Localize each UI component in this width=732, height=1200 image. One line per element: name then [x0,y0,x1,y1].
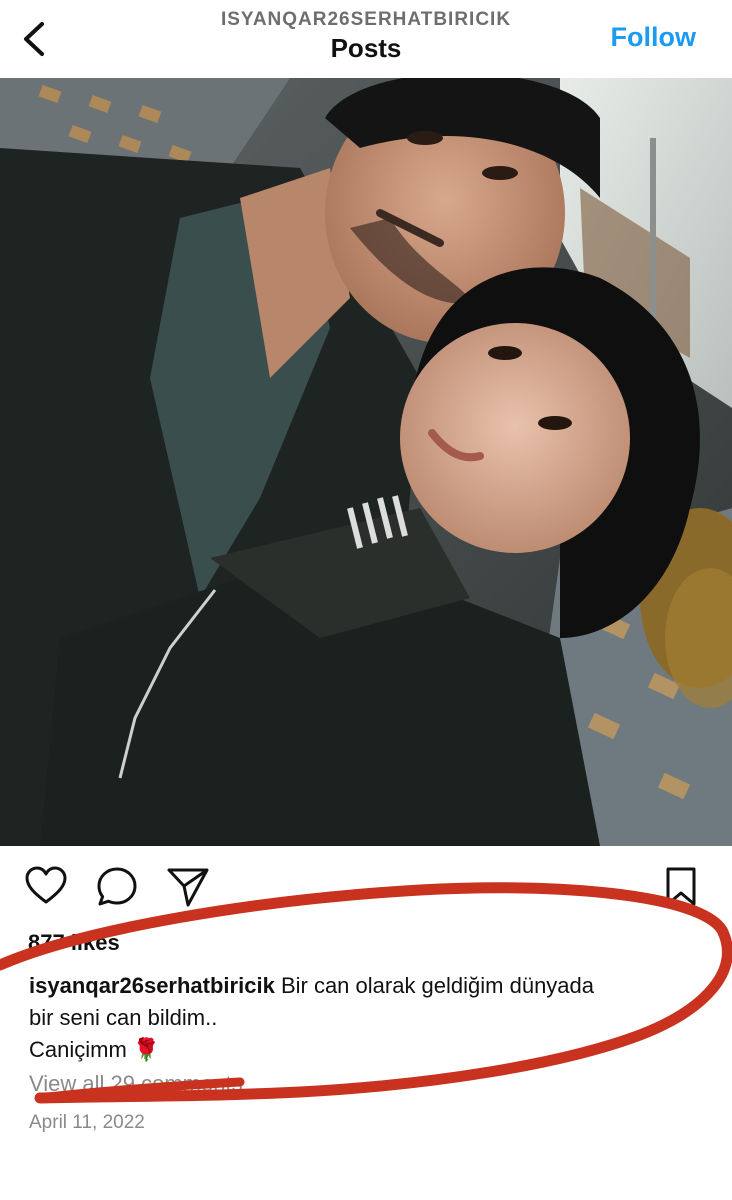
share-button[interactable] [166,866,210,913]
caption-text-line3: Caniçimm 🌹 [29,1037,161,1062]
paper-plane-icon [167,868,209,907]
top-nav-bar: ISYANQAR26SERHATBIRICIK Posts Follow [0,0,732,78]
view-all-comments-link[interactable]: View all 29 comments [29,1071,243,1097]
comment-bubble-icon [97,867,137,906]
post-photo[interactable] [0,78,732,846]
caption-text-line2: bir seni can bildim.. [29,1005,218,1030]
caption-text-line1: Bir can olarak geldiğim dünyada [280,973,595,998]
comment-button[interactable] [96,866,138,913]
bookmark-icon [666,867,696,906]
save-button[interactable] [664,866,698,913]
post-date: April 11, 2022 [29,1112,145,1133]
post-caption: isyanqar26serhatbiricik Bir can olarak g… [29,970,709,1066]
follow-button[interactable]: Follow [611,22,696,53]
caption-username[interactable]: isyanqar26serhatbiricik [29,973,275,998]
like-button[interactable] [24,866,68,911]
heart-icon [25,866,67,904]
likes-count[interactable]: 877 likes [28,930,120,956]
post-actions [0,852,732,922]
